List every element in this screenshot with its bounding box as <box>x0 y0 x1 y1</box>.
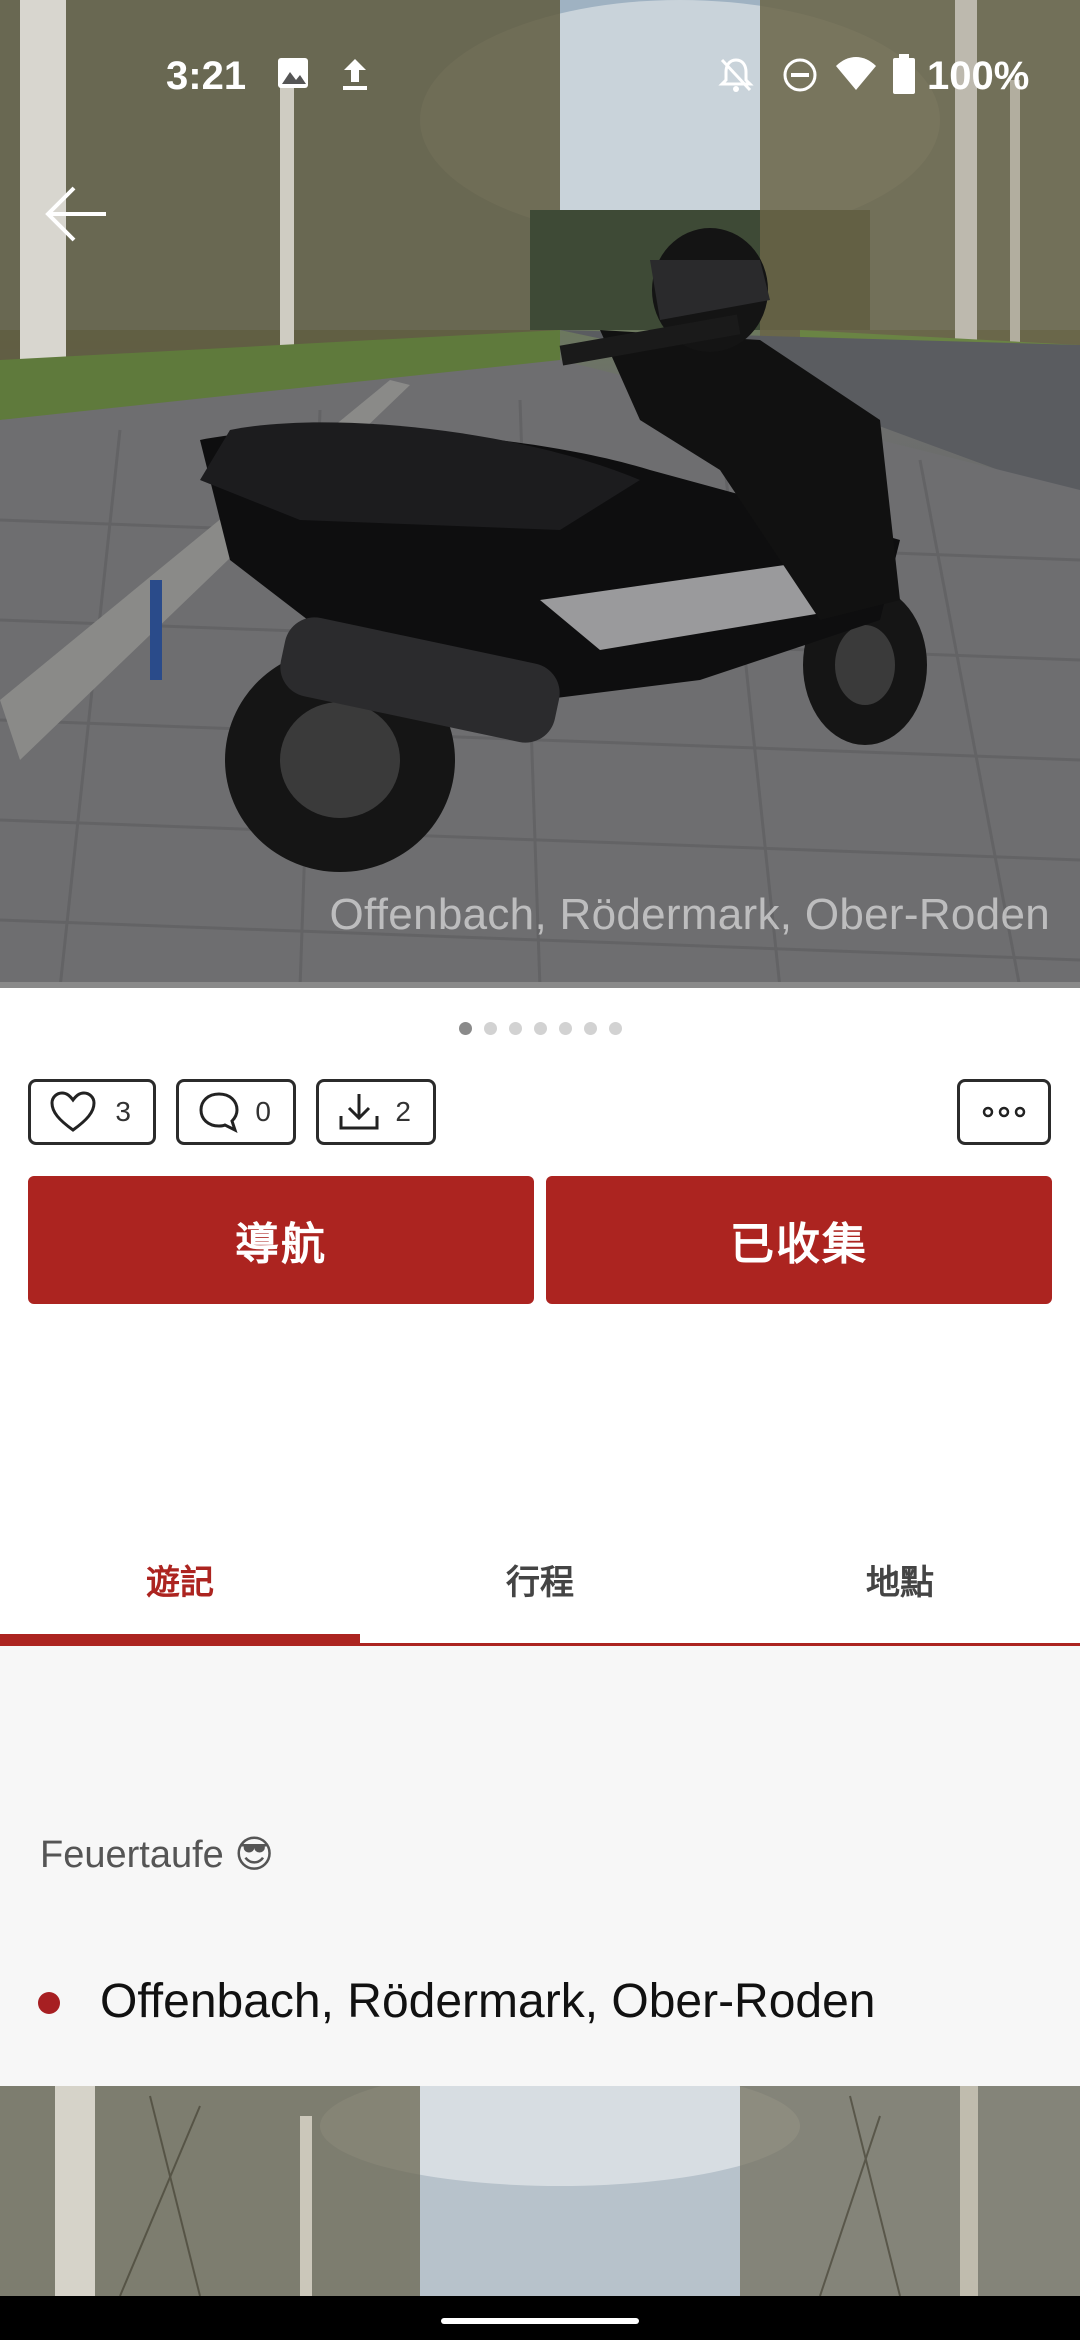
location-marker-icon <box>38 1992 60 2014</box>
bell-off-icon <box>718 56 754 99</box>
more-horizontal-icon <box>982 1106 1026 1118</box>
like-button[interactable]: 3 <box>28 1079 156 1145</box>
trees-photo-illustration <box>0 2086 1080 2296</box>
pagination-dot[interactable] <box>608 1022 622 1035</box>
more-options-button[interactable] <box>957 1079 1051 1145</box>
status-time: 3:21 <box>166 54 247 98</box>
tab-places[interactable]: 地點 <box>720 1512 1080 1646</box>
comment-count: 0 <box>255 1096 271 1127</box>
comment-button[interactable]: 0 <box>176 1079 296 1145</box>
comment-icon <box>199 1092 239 1133</box>
arrow-left-icon <box>45 186 106 242</box>
home-gesture-handle[interactable] <box>441 2318 639 2324</box>
navigate-button[interactable]: 導航 <box>28 1176 534 1304</box>
download-button[interactable]: 2 <box>316 1079 436 1145</box>
pagination-dot[interactable] <box>508 1022 522 1035</box>
location-name[interactable]: Offenbach, Rödermark, Ober-Roden <box>100 1974 876 2029</box>
download-icon <box>339 1094 379 1130</box>
download-count: 2 <box>395 1096 411 1127</box>
collected-button[interactable]: 已收集 <box>546 1176 1052 1304</box>
tab-bar: 遊記 行程 地點 <box>0 1512 1080 1646</box>
battery-percent: 100% <box>927 54 1030 98</box>
status-bar: 3:21 100% <box>0 0 1080 160</box>
pagination-dot[interactable] <box>533 1022 547 1035</box>
battery-icon <box>893 54 915 99</box>
pagination-dot[interactable] <box>583 1022 597 1035</box>
story-photo[interactable] <box>0 2086 1080 2296</box>
pagination-dot[interactable] <box>558 1022 572 1035</box>
pagination-dot[interactable] <box>483 1022 497 1035</box>
back-button[interactable] <box>42 178 114 250</box>
tab-itinerary[interactable]: 行程 <box>360 1512 720 1646</box>
story-title: Feuertaufe 😎 <box>40 1834 274 1876</box>
image-icon <box>276 56 310 95</box>
heart-icon <box>50 1091 96 1132</box>
photo-pagination[interactable] <box>0 1022 1080 1035</box>
wifi-icon <box>836 56 876 97</box>
tab-travelogue[interactable]: 遊記 <box>0 1512 360 1646</box>
upload-icon <box>338 56 372 97</box>
active-tab-indicator <box>0 1634 360 1646</box>
like-count: 3 <box>115 1096 131 1127</box>
pagination-dot[interactable] <box>458 1022 472 1035</box>
photo-location-caption: Offenbach, Rödermark, Ober-Roden <box>329 890 1050 939</box>
do-not-disturb-icon <box>781 56 819 99</box>
